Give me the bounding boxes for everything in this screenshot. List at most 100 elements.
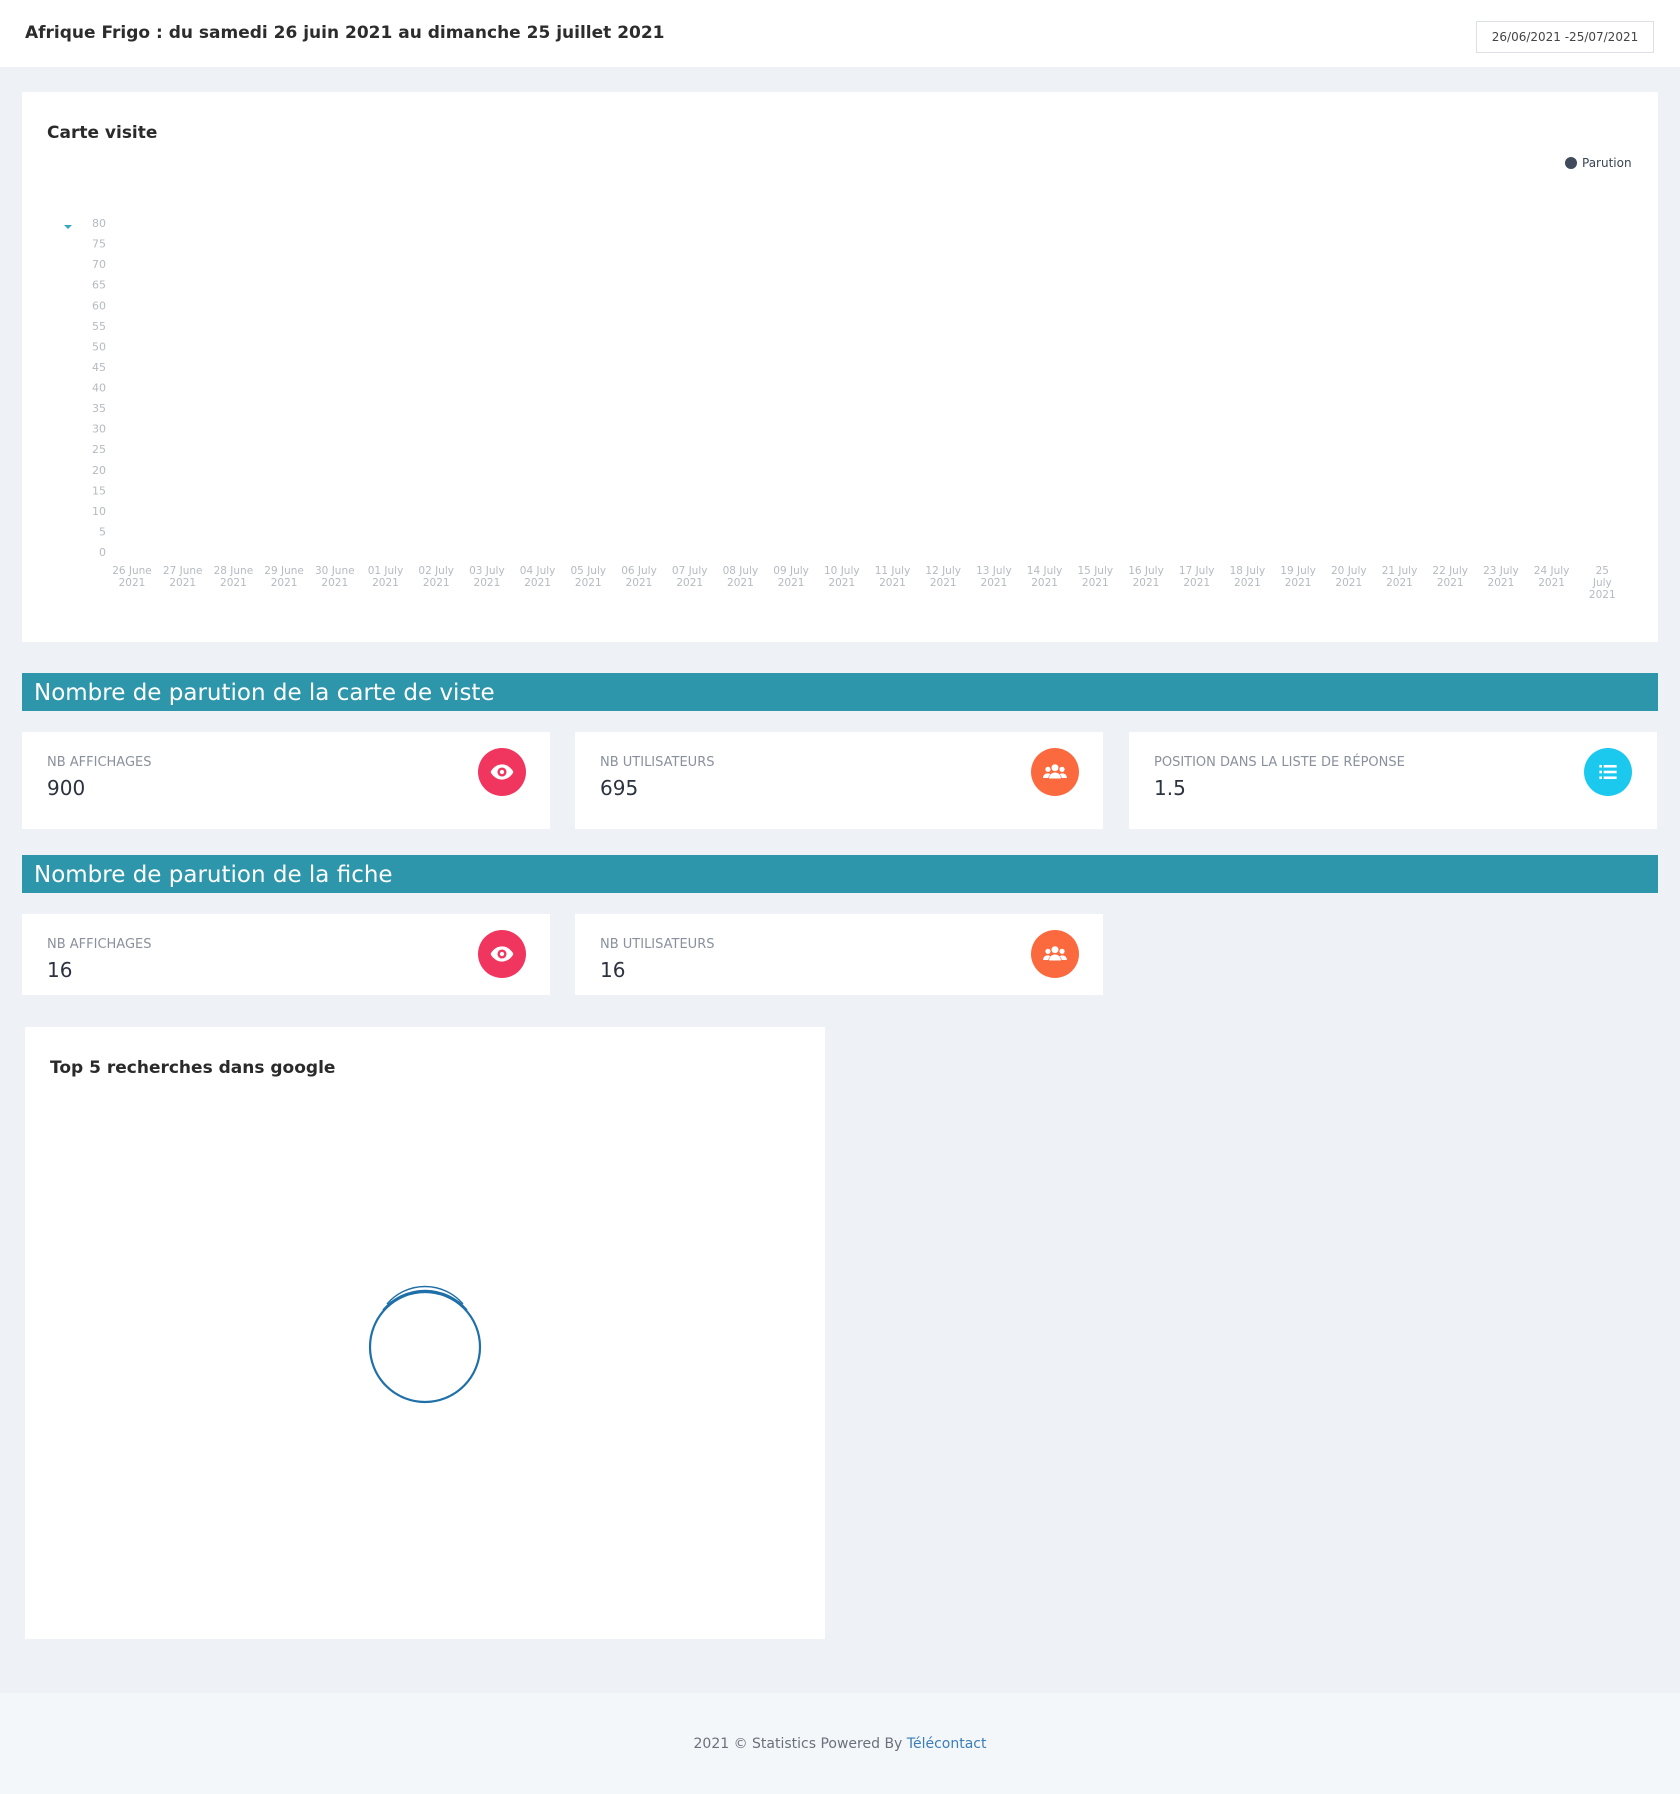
y-tick-label: 15	[92, 484, 106, 497]
x-tick-line: 14 July	[1027, 565, 1063, 577]
x-tick-line: 2021	[828, 577, 855, 589]
x-tick-label: 21 July 2021	[1382, 565, 1418, 589]
x-tick-label: 26 June 2021	[112, 565, 152, 589]
x-tick-line: 2021	[575, 577, 602, 589]
x-tick-line: 2021	[1031, 577, 1058, 589]
x-tick-line: 2021	[119, 577, 146, 589]
x-tick-line: 30 June	[315, 565, 355, 577]
section-header-carte: Nombre de parution de la carte de viste	[22, 673, 1658, 711]
x-tick-line: 06 July	[621, 565, 657, 577]
x-tick-line: 13 July	[976, 565, 1012, 577]
x-tick-line: 21 July	[1382, 565, 1418, 577]
x-tick-line: 2021	[474, 577, 501, 589]
x-tick-line: 2021	[1183, 577, 1210, 589]
x-tick-line: 08 July	[723, 565, 759, 577]
y-tick-label: 55	[92, 320, 106, 333]
x-tick-label: 19 July 2021	[1280, 565, 1316, 589]
x-tick-label: 23 July 2021	[1483, 565, 1519, 589]
x-tick-line: 2021	[1285, 577, 1312, 589]
x-tick-line: 18 July	[1230, 565, 1266, 577]
footer-prefix: 2021 © Statistics Powered By	[693, 1736, 907, 1752]
x-tick-line: 05 July	[571, 565, 607, 577]
y-tick-label: 60	[92, 299, 106, 312]
x-tick-label: 03 July 2021	[469, 565, 505, 589]
x-tick-label: 29 June 2021	[264, 565, 304, 589]
x-tick-label: 09 July 2021	[773, 565, 809, 589]
footer: 2021 © Statistics Powered By Télécontact	[0, 1693, 1680, 1794]
y-tick-label: 75	[92, 238, 106, 251]
x-tick-line: 22 July	[1432, 565, 1468, 577]
x-tick-line: 2021	[1437, 577, 1464, 589]
y-tick-label: 5	[99, 525, 106, 538]
x-tick-line: 2021	[169, 577, 196, 589]
x-tick-line: 24 July	[1534, 565, 1570, 577]
page-title: Afrique Frigo : du samedi 26 juin 2021 a…	[25, 23, 665, 43]
x-tick-line: 2021	[1589, 589, 1616, 601]
x-tick-line: July	[1592, 577, 1612, 589]
y-tick-label: 30	[92, 423, 106, 436]
x-tick-label: 10 July 2021	[824, 565, 860, 589]
y-tick-label: 35	[92, 402, 106, 415]
y-tick-label: 45	[92, 361, 106, 374]
x-tick-label: 17 July 2021	[1179, 565, 1215, 589]
x-tick-line: 2021	[220, 577, 247, 589]
stat-value: 16	[600, 958, 626, 982]
x-tick-label: 16 July 2021	[1128, 565, 1164, 589]
y-tick-label: 10	[92, 505, 106, 518]
x-tick-line: 2021	[1538, 577, 1565, 589]
x-tick-label: 14 July 2021	[1027, 565, 1063, 589]
users-icon	[1031, 930, 1079, 978]
x-tick-line: 2021	[423, 577, 450, 589]
stat-value: 695	[600, 776, 639, 800]
x-tick-label: 06 July 2021	[621, 565, 657, 589]
y-tick-label: 20	[92, 464, 106, 477]
x-tick-line: 2021	[1133, 577, 1160, 589]
y-tick-label: 65	[92, 279, 106, 292]
x-tick-label: 04 July 2021	[520, 565, 556, 589]
stat-label: NB AFFICHAGES	[47, 755, 152, 770]
x-tick-line: 16 July	[1128, 565, 1164, 577]
loading-spinner-icon	[368, 1285, 482, 1404]
stat-value: 900	[47, 776, 86, 800]
y-tick-label: 50	[92, 340, 106, 353]
x-tick-line: 15 July	[1078, 565, 1114, 577]
x-tick-line: 04 July	[520, 565, 556, 577]
x-tick-line: 28 June	[214, 565, 254, 577]
stat-label: NB AFFICHAGES	[47, 937, 152, 952]
x-tick-line: 12 July	[925, 565, 961, 577]
y-tick-label: 70	[92, 258, 106, 271]
x-tick-line: 26 June	[112, 565, 152, 577]
x-tick-label: 22 July 2021	[1432, 565, 1468, 589]
x-tick-label: 24 July 2021	[1534, 565, 1570, 589]
users-icon	[1031, 748, 1079, 796]
x-tick-label: 07 July 2021	[672, 565, 708, 589]
x-tick-label: 12 July 2021	[925, 565, 961, 589]
date-range-picker[interactable]: 26/06/2021 -25/07/2021	[1476, 21, 1654, 53]
carte-visite-card: Carte visite Parution 0 5 10 15 20 25 30 35 40 45…	[22, 92, 1658, 642]
stat-label: NB UTILISATEURS	[600, 937, 715, 952]
stat-value: 1.5	[1154, 776, 1186, 800]
x-tick-label: 01 July 2021	[368, 565, 404, 589]
top-bar: Afrique Frigo : du samedi 26 juin 2021 a…	[0, 0, 1680, 67]
eye-icon	[478, 748, 526, 796]
x-tick-line: 2021	[271, 577, 298, 589]
x-tick-line: 29 June	[264, 565, 304, 577]
x-tick-label: 13 July 2021	[976, 565, 1012, 589]
stat-value: 16	[47, 958, 73, 982]
section-header-fiche: Nombre de parution de la fiche	[22, 855, 1658, 893]
x-tick-line: 2021	[879, 577, 906, 589]
stat-card-fiche-affichages: NB AFFICHAGES 16	[22, 914, 550, 995]
x-tick-label: 30 June 2021	[315, 565, 355, 589]
x-tick-line: 2021	[727, 577, 754, 589]
stat-label: NB UTILISATEURS	[600, 755, 715, 770]
x-tick-line: 09 July	[773, 565, 809, 577]
x-tick-line: 2021	[778, 577, 805, 589]
x-tick-line: 03 July	[469, 565, 505, 577]
x-tick-label: 27 June 2021	[163, 565, 203, 589]
footer-link[interactable]: Télécontact	[907, 1736, 987, 1752]
x-tick-label: 05 July 2021	[571, 565, 607, 589]
x-tick-line: 2021	[930, 577, 957, 589]
x-tick-line: 2021	[321, 577, 348, 589]
stat-card-carte-affichages: NB AFFICHAGES 900	[22, 732, 550, 829]
y-tick-label: 0	[99, 546, 106, 559]
